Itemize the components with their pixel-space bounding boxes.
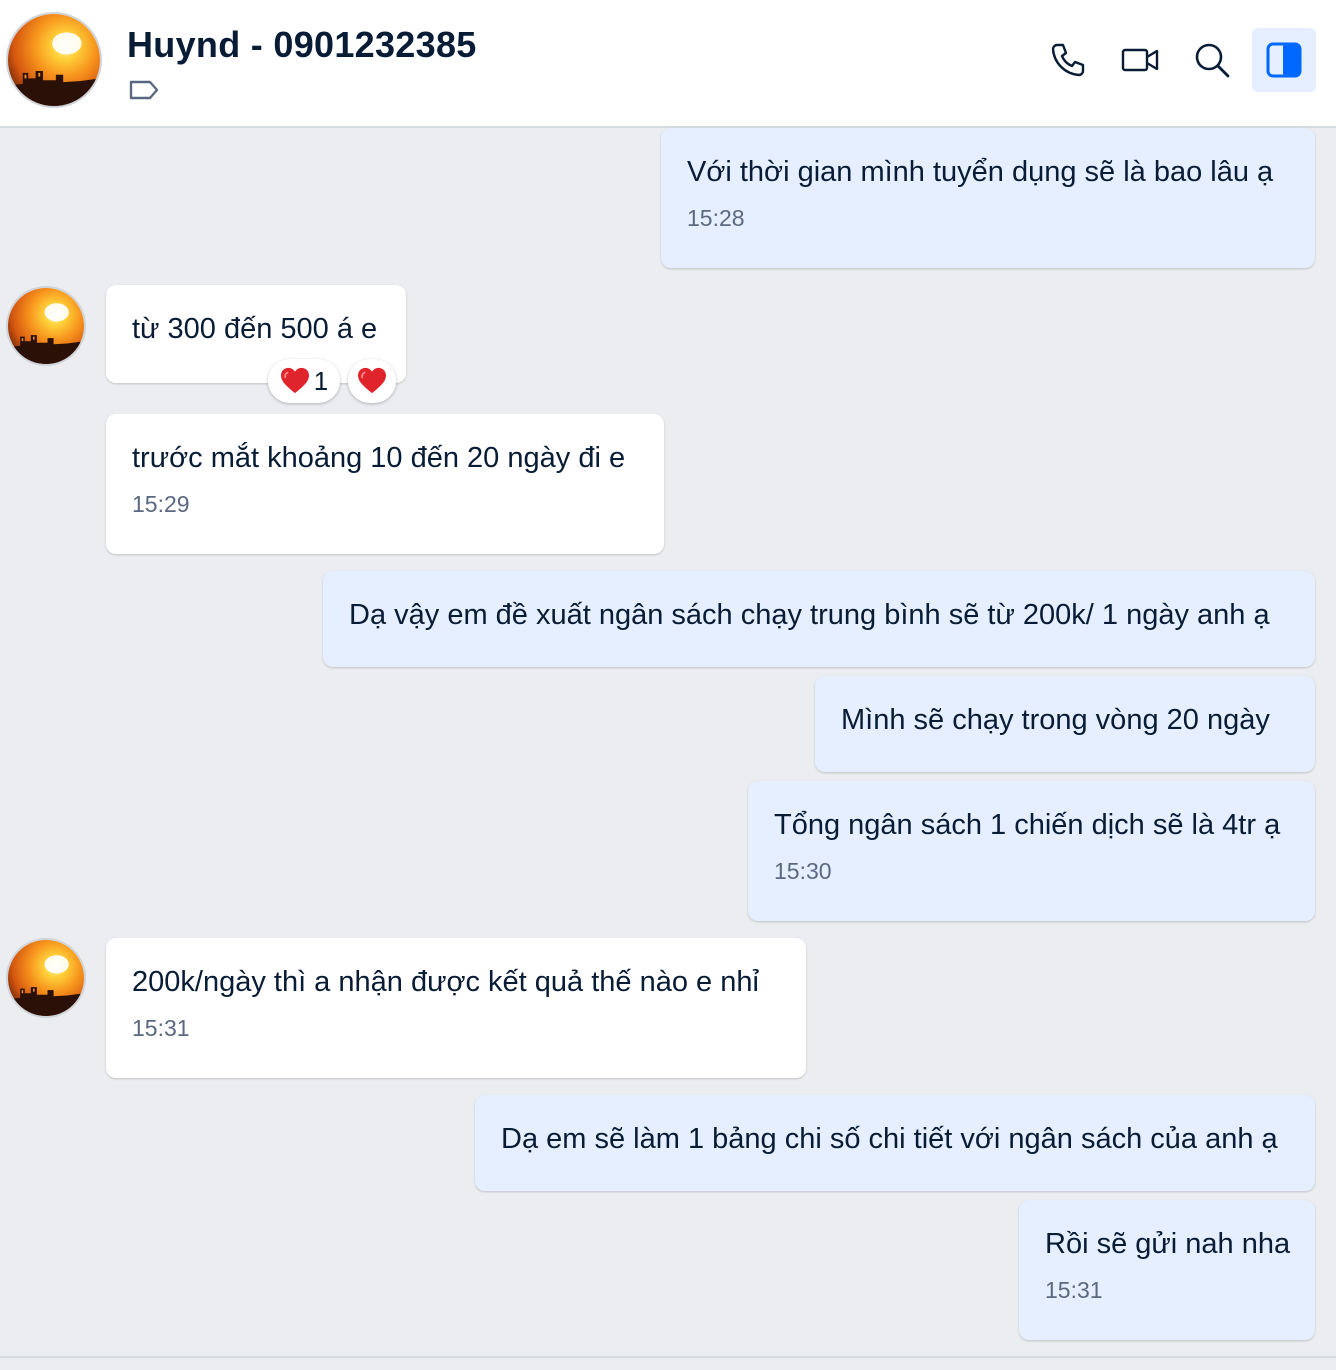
- message-bubble-outgoing[interactable]: Mình sẽ chạy trong vòng 20 ngày: [815, 676, 1315, 772]
- composer-divider: [0, 1356, 1336, 1358]
- contact-name[interactable]: Huynd - 0901232385: [127, 24, 477, 66]
- message-text: trước mắt khoảng 10 đến 20 ngày đi e: [132, 442, 626, 474]
- message-bubble-outgoing[interactable]: Với thời gian mình tuyển dụng sẽ là bao …: [661, 128, 1315, 268]
- message-time: 15:30: [774, 858, 832, 884]
- message-list[interactable]: Với thời gian mình tuyển dụng sẽ là bao …: [0, 128, 1336, 1370]
- chat-header: Huynd - 0901232385: [0, 0, 1336, 128]
- message-time: 15:28: [687, 205, 745, 231]
- sender-avatar[interactable]: [6, 286, 86, 366]
- message-bubble-outgoing[interactable]: Rồi sẽ gửi nah nha 15:31: [1019, 1200, 1315, 1340]
- search-icon: [1195, 43, 1230, 78]
- message-text: Với thời gian mình tuyển dụng sẽ là bao …: [687, 156, 1274, 188]
- video-call-button[interactable]: [1108, 28, 1172, 92]
- message-bubble-incoming[interactable]: 200k/ngày thì a nhận được kết quả thế nà…: [106, 938, 806, 1078]
- tag-icon[interactable]: [128, 78, 160, 102]
- message-time: 15:31: [1045, 1277, 1103, 1303]
- message-time: 15:31: [132, 1015, 190, 1041]
- add-reaction-button[interactable]: [348, 359, 396, 403]
- heart-icon: [280, 367, 310, 395]
- message-text: Rồi sẽ gửi nah nha: [1045, 1228, 1291, 1260]
- reaction-count: 1: [313, 365, 329, 396]
- message-time: 15:29: [132, 491, 190, 517]
- message-bubble-outgoing[interactable]: Tổng ngân sách 1 chiến dịch sẽ là 4tr ạ …: [748, 781, 1315, 921]
- sender-avatar[interactable]: [6, 938, 86, 1018]
- message-text: Dạ em sẽ làm 1 bảng chi số chi tiết với …: [501, 1123, 1278, 1155]
- message-bubble-outgoing[interactable]: Dạ vậy em đề xuất ngân sách chạy trung b…: [323, 571, 1315, 667]
- reaction-summary[interactable]: 1: [268, 359, 340, 403]
- toggle-info-panel-button[interactable]: [1252, 28, 1316, 92]
- phone-icon: [1051, 43, 1085, 77]
- message-text: 200k/ngày thì a nhận được kết quả thế nà…: [132, 966, 759, 998]
- message-text: Dạ vậy em đề xuất ngân sách chạy trung b…: [349, 599, 1270, 631]
- heart-icon: [357, 367, 387, 395]
- message-text: Tổng ngân sách 1 chiến dịch sẽ là 4tr ạ: [774, 809, 1281, 841]
- call-button[interactable]: [1036, 28, 1100, 92]
- video-call-icon: [1121, 48, 1159, 72]
- message-text: từ 300 đến 500 á e: [132, 313, 378, 345]
- sidebar-panel-icon: [1266, 42, 1302, 78]
- message-bubble-incoming[interactable]: trước mắt khoảng 10 đến 20 ngày đi e 15:…: [106, 414, 664, 554]
- message-text: Mình sẽ chạy trong vòng 20 ngày: [841, 704, 1270, 736]
- message-bubble-outgoing[interactable]: Dạ em sẽ làm 1 bảng chi số chi tiết với …: [475, 1095, 1315, 1191]
- contact-avatar[interactable]: [6, 12, 102, 108]
- search-button[interactable]: [1180, 28, 1244, 92]
